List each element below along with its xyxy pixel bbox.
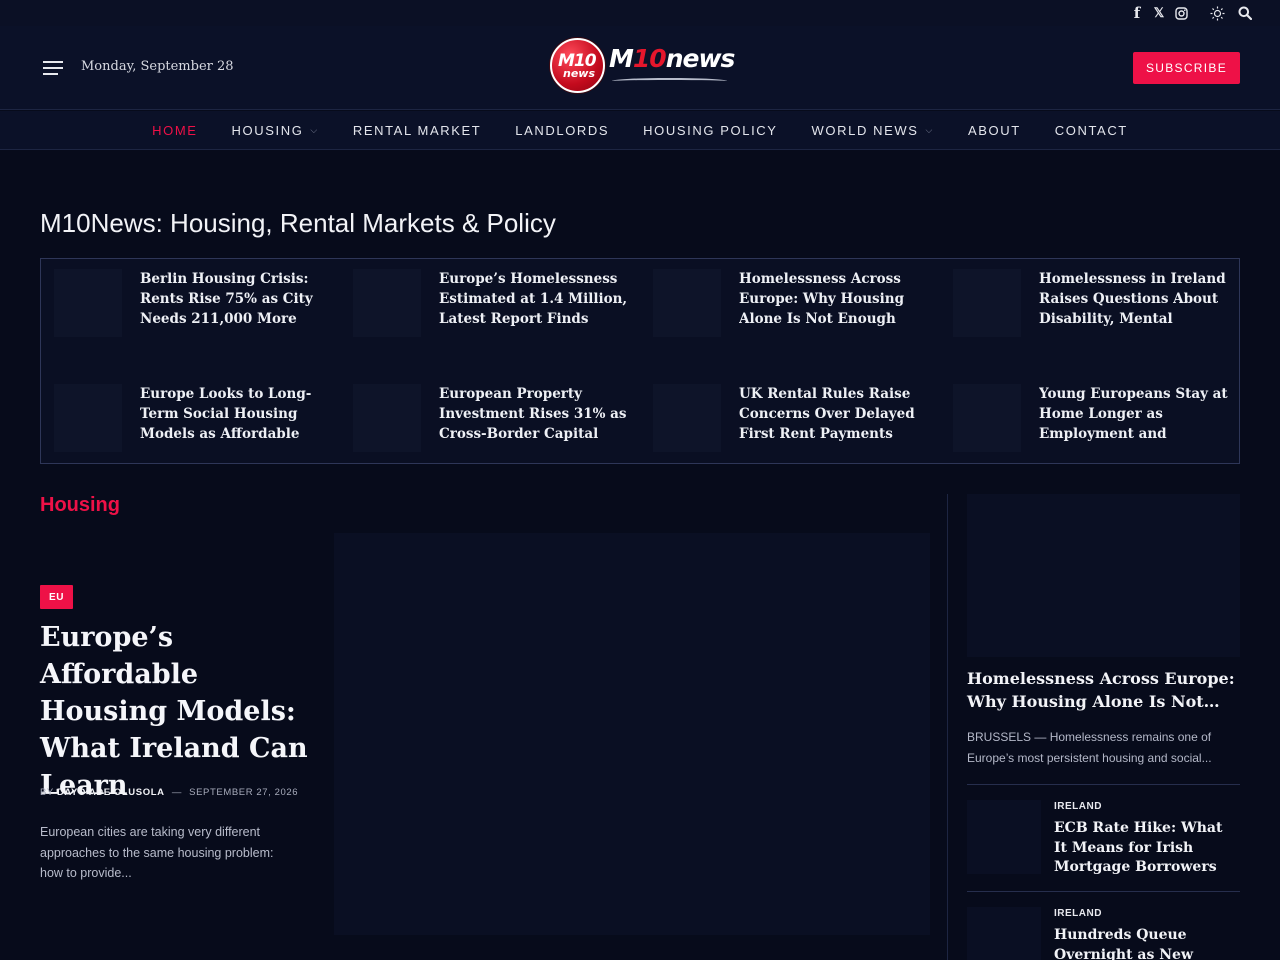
top-bar: f 𝕏 [0,0,1280,26]
grid-card[interactable]: UK Rental Rules Raise Concerns Over Dela… [653,384,939,464]
sidebar-item-title[interactable]: Hundreds Queue Overnight as New Homes [1054,926,1240,960]
author-link[interactable]: DAYO ADE OLUSOLA [57,787,165,798]
sidebar-featured-excerpt: BRUSSELS — Homelessness remains one of E… [967,730,1212,765]
logo-badge-bottom: news [563,67,596,80]
logo-swoosh [612,78,727,84]
card-title[interactable]: Europe Looks to Long-Term Social Housing… [140,384,332,444]
instagram-icon[interactable] [1170,4,1192,22]
sidebar-featured-image[interactable] [967,494,1240,657]
byline-prefix: BY [40,787,54,798]
sidebar-item-category[interactable]: IRELAND [1054,908,1102,919]
card-title[interactable]: Homelessness in Ireland Raises Questions… [1039,269,1231,329]
sidebar-list-item[interactable]: IRELAND ECB Rate Hike: What It Means for… [967,800,1240,878]
card-title[interactable]: Europe’s Homelessness Estimated at 1.4 M… [439,269,631,329]
card-thumbnail[interactable] [353,269,421,337]
menu-icon[interactable] [43,61,63,75]
byline-separator: — [171,787,182,798]
site-logo[interactable]: M10 news M10news [550,38,735,94]
x-twitter-icon[interactable]: 𝕏 [1148,4,1170,22]
column-divider [947,494,948,960]
card-thumbnail[interactable] [54,384,122,452]
nav-item-about[interactable]: ABOUT [968,123,1021,138]
subscribe-button[interactable]: SUBSCRIBE [1133,52,1240,84]
nav-item-home[interactable]: HOME [152,123,197,138]
logo-wordmark: M10news [609,44,736,73]
nav-item-housing-policy[interactable]: HOUSING POLICY [643,123,777,138]
site-header: Monday, September 28 M10 news M10news SU… [0,26,1280,110]
grid-card[interactable]: Europe’s Homelessness Estimated at 1.4 M… [353,269,639,349]
divider [967,784,1240,785]
card-title[interactable]: European Property Investment Rises 31% a… [439,384,631,444]
nav-item-housing[interactable]: HOUSING ⌵ [232,123,319,138]
article-byline: BY DAYO ADE OLUSOLA — SEPTEMBER 27, 2026 [40,787,298,798]
grid-card[interactable]: Europe Looks to Long-Term Social Housing… [54,384,340,464]
chevron-down-icon: ⌵ [310,124,319,135]
nav-item-world-news[interactable]: WORLD NEWS ⌵ [812,123,934,138]
card-title[interactable]: Young Europeans Stay at Home Longer as E… [1039,384,1231,444]
nav-item-label: HOME [152,122,198,138]
card-thumbnail[interactable] [653,384,721,452]
grid-card[interactable]: Homelessness Across Europe: Why Housing … [653,269,939,349]
nav-item-label: ABOUT [967,122,1021,138]
nav-item-rental-market[interactable]: RENTAL MARKET [353,123,481,138]
category-tag[interactable]: EU [40,585,73,609]
grid-card[interactable]: European Property Investment Rises 31% a… [353,384,639,464]
headline-grid: Berlin Housing Crisis: Rents Rise 75% as… [40,258,1240,464]
page-title: M10News: Housing, Rental Markets & Polic… [40,208,556,238]
featured-article-image[interactable] [334,533,930,935]
logo-word-m: M [609,44,634,73]
sidebar-featured-title[interactable]: Homelessness Across Europe: Why Housing … [967,667,1237,713]
card-thumbnail[interactable] [953,269,1021,337]
sidebar-list-item[interactable]: IRELAND Hundreds Queue Overnight as New … [967,907,1240,960]
card-title[interactable]: Homelessness Across Europe: Why Housing … [739,269,931,329]
search-icon[interactable] [1234,4,1256,22]
nav-item-label: HOUSING [231,122,304,138]
grid-card[interactable]: Young Europeans Stay at Home Longer as E… [953,384,1239,464]
sidebar-item-thumbnail[interactable] [967,907,1041,960]
facebook-icon[interactable]: f [1126,4,1148,22]
logo-word-news: news [665,44,736,73]
grid-card[interactable]: Homelessness in Ireland Raises Questions… [953,269,1239,349]
card-thumbnail[interactable] [353,384,421,452]
main-nav: HOME HOUSING ⌵ RENTAL MARKET LANDLORDS HO… [0,111,1280,150]
card-thumbnail[interactable] [953,384,1021,452]
nav-item-contact[interactable]: CONTACT [1055,123,1128,138]
divider [967,891,1240,892]
sun-icon[interactable] [1206,4,1228,22]
card-title[interactable]: UK Rental Rules Raise Concerns Over Dela… [739,384,931,444]
article-date: SEPTEMBER 27, 2026 [189,787,299,798]
header-date: Monday, September 28 [81,59,234,74]
card-thumbnail[interactable] [653,269,721,337]
sidebar-item-category[interactable]: IRELAND [1054,801,1102,812]
nav-item-label: WORLD NEWS [811,122,919,138]
nav-item-label: HOUSING POLICY [643,122,778,138]
social-links: f 𝕏 [1126,4,1256,22]
sidebar-item-title[interactable]: ECB Rate Hike: What It Means for Irish M… [1054,819,1240,878]
nav-item-landlords[interactable]: LANDLORDS [515,123,609,138]
card-title[interactable]: Berlin Housing Crisis: Rents Rise 75% as… [140,269,332,329]
article-excerpt: European cities are taking very differen… [40,825,274,880]
chevron-down-icon: ⌵ [925,124,934,135]
logo-badge: M10 news [550,38,605,93]
sidebar-item-thumbnail[interactable] [967,800,1041,874]
grid-card[interactable]: Berlin Housing Crisis: Rents Rise 75% as… [54,269,340,349]
card-thumbnail[interactable] [54,269,122,337]
section-heading-housing[interactable]: Housing [40,494,120,517]
nav-item-label: CONTACT [1054,122,1128,138]
nav-item-label: RENTAL MARKET [352,122,482,138]
nav-item-label: LANDLORDS [515,122,610,138]
featured-article-title[interactable]: Europe’s Affordable Housing Models: What… [40,619,320,804]
logo-word-10: 10 [632,44,667,73]
